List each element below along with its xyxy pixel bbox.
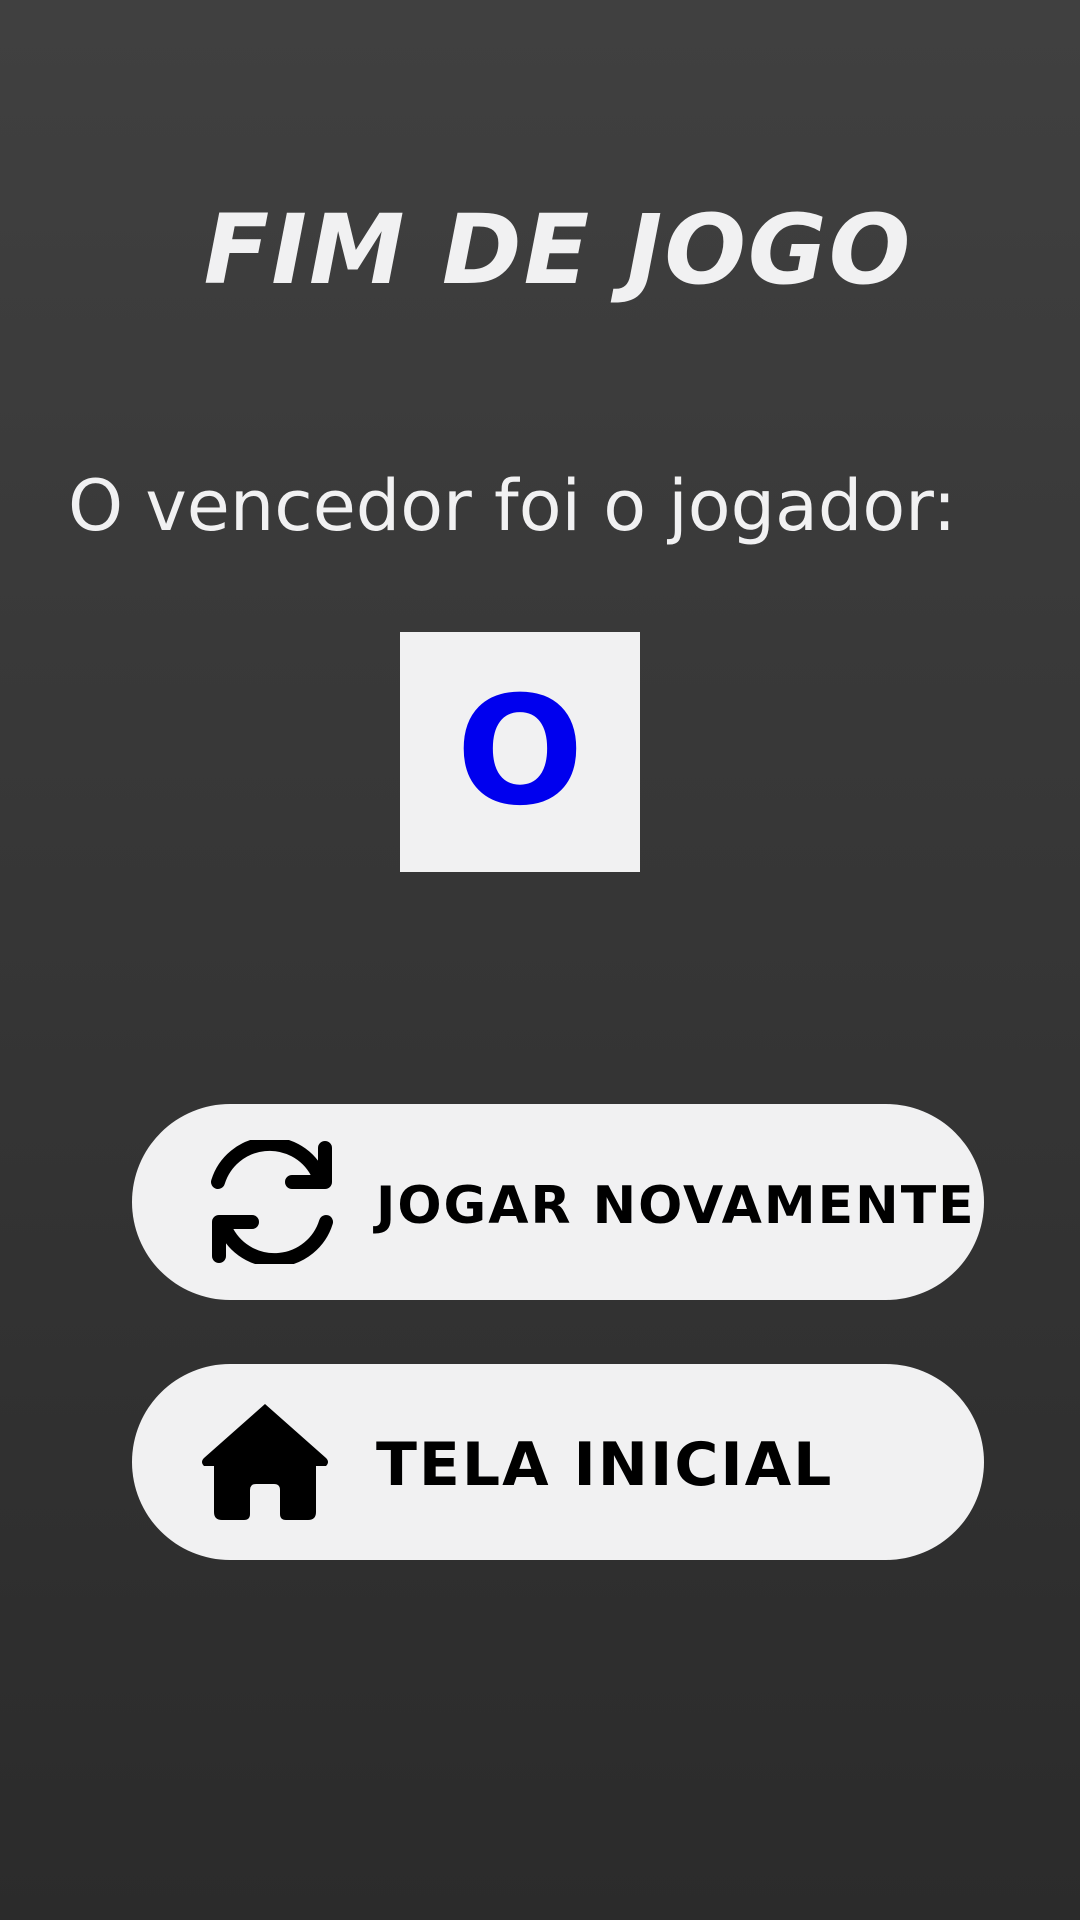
winner-symbol: O (456, 665, 584, 839)
play-again-label: JOGAR NOVAMENTE (376, 1176, 976, 1236)
home-label: TELA INICIAL (376, 1430, 834, 1500)
home-icon (202, 1404, 328, 1520)
game-over-title: FIM DE JOGO (203, 194, 913, 306)
winner-symbol-box: O (400, 632, 640, 872)
winner-prompt: O vencedor foi o jogador: (68, 465, 957, 547)
play-again-button[interactable]: JOGAR NOVAMENTE (132, 1104, 984, 1300)
refresh-icon (211, 1140, 333, 1264)
home-button[interactable]: TELA INICIAL (132, 1364, 984, 1560)
